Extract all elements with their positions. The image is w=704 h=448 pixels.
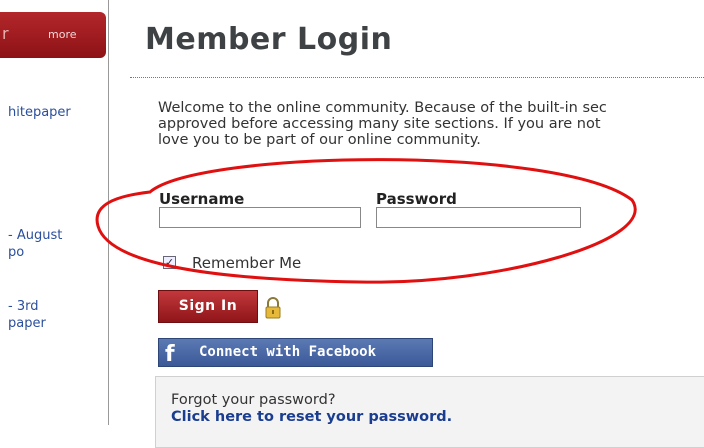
connect-facebook-button[interactable]: f Connect with Facebook [158, 338, 433, 367]
sidebar-link-whitepaper[interactable]: hitepaper [8, 104, 71, 121]
more-tab-label: more [48, 28, 77, 41]
forgot-password-question: Forgot your password? [171, 392, 336, 408]
more-tab[interactable]: r more [0, 12, 106, 58]
sidebar-link-text[interactable]: - 3rd [8, 298, 46, 315]
title-divider [130, 77, 704, 78]
tab-divider: r [2, 24, 9, 43]
username-input[interactable] [159, 207, 361, 228]
page-title: Member Login [145, 22, 393, 57]
sidebar-link-text[interactable]: paper [8, 315, 46, 332]
sidebar-link-text[interactable]: - August [8, 227, 62, 244]
facebook-icon: f [165, 342, 175, 367]
welcome-line: Welcome to the online community. Because… [158, 100, 607, 116]
remember-me-checkbox[interactable]: ✓ [163, 256, 176, 269]
welcome-line: love you to be part of our online commun… [158, 132, 481, 148]
left-sidebar: r more hitepaper - August po - 3rd paper [0, 0, 109, 425]
sidebar-link-text[interactable]: hitepaper [8, 105, 71, 120]
remember-me-label[interactable]: Remember Me [192, 254, 301, 272]
sidebar-link-august[interactable]: - August po [8, 227, 62, 261]
welcome-line: approved before accessing many site sect… [158, 116, 601, 132]
username-group: Username [159, 189, 245, 210]
checkbox-check-icon: ✓ [164, 256, 175, 269]
connect-facebook-label: Connect with Facebook [199, 344, 377, 360]
lock-icon [265, 297, 281, 319]
welcome-text: Welcome to the online community. Because… [158, 100, 704, 148]
password-group: Password [376, 189, 457, 210]
sidebar-link-3rd[interactable]: - 3rd paper [8, 298, 46, 332]
sign-in-button[interactable]: Sign In [158, 290, 258, 323]
sidebar-link-text[interactable]: po [8, 244, 62, 261]
password-input[interactable] [376, 207, 581, 228]
reset-password-link[interactable]: Click here to reset your password. [171, 409, 452, 425]
